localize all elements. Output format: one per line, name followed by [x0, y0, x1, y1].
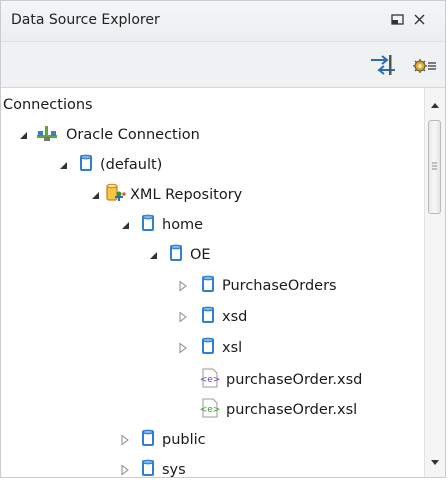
minimize-icon[interactable]	[387, 10, 409, 30]
tree-item-purchaseorder-xsl[interactable]: <e> purchaseOrder.xsl	[1, 395, 425, 425]
tree-item-oe[interactable]: OE	[1, 240, 425, 270]
database-icon	[141, 428, 155, 452]
scroll-up-arrow-icon[interactable]	[430, 97, 440, 113]
database-icon	[201, 336, 215, 360]
panel-title-bar: Data Source Explorer	[1, 1, 445, 42]
tree-item-purchaseorders[interactable]: PurchaseOrders	[1, 271, 425, 301]
tree-item-xsl[interactable]: xsl	[1, 333, 425, 363]
database-icon	[201, 305, 215, 329]
expanded-arrow-icon[interactable]	[119, 219, 131, 231]
tree-item-label: PurchaseOrders	[222, 278, 337, 294]
tree-item-public[interactable]: public	[1, 425, 425, 455]
tree-item-label: sys	[162, 462, 186, 477]
tree-item-label: home	[162, 217, 204, 233]
database-icon	[79, 153, 93, 177]
collapsed-arrow-icon[interactable]	[177, 342, 189, 354]
tree-item-oracle-connection[interactable]: Oracle Connection	[1, 120, 425, 150]
xsd-file-icon: <e>	[199, 367, 221, 393]
close-icon[interactable]	[409, 10, 431, 30]
tree-root-connections[interactable]: Connections	[3, 90, 425, 120]
expanded-arrow-icon[interactable]	[17, 129, 29, 141]
panel-title: Data Source Explorer	[11, 12, 160, 28]
database-icon	[141, 458, 155, 477]
panel-toolbar	[1, 42, 445, 88]
database-icon	[201, 274, 215, 298]
collapsed-arrow-icon[interactable]	[119, 434, 131, 446]
tree-item-default[interactable]: (default)	[1, 150, 425, 180]
tree-item-xsd[interactable]: xsd	[1, 302, 425, 332]
tree-item-label: xsd	[222, 309, 248, 325]
collapsed-arrow-icon[interactable]	[177, 280, 189, 292]
tree-item-label: xsl	[222, 340, 243, 356]
tree-item-sys[interactable]: sys	[1, 455, 425, 477]
scroll-down-arrow-icon[interactable]	[430, 455, 440, 471]
database-icon	[169, 243, 183, 267]
scrollbar-thumb[interactable]	[428, 120, 441, 214]
collapsed-arrow-icon[interactable]	[177, 311, 189, 323]
database-icon	[141, 213, 155, 237]
vertical-scrollbar[interactable]	[424, 88, 445, 477]
expanded-arrow-icon[interactable]	[89, 189, 101, 201]
tree-item-label: public	[162, 432, 206, 448]
svg-text:<e>: <e>	[200, 375, 221, 385]
tree-item-purchaseorder-xsd[interactable]: <e> purchaseOrder.xsd	[1, 365, 425, 395]
tree-item-home[interactable]: home	[1, 210, 425, 240]
tree-root-label: Connections	[3, 97, 93, 113]
expanded-arrow-icon[interactable]	[147, 249, 159, 261]
connect-icon[interactable]	[368, 52, 398, 78]
tree-item-label: purchaseOrder.xsl	[226, 402, 358, 418]
svg-text:<e>: <e>	[200, 405, 221, 415]
collapsed-arrow-icon[interactable]	[119, 464, 131, 476]
tree-item-label: (default)	[100, 157, 163, 173]
tree-item-label: Oracle Connection	[66, 127, 200, 143]
xsl-file-icon: <e>	[199, 397, 221, 423]
expanded-arrow-icon[interactable]	[57, 159, 69, 171]
data-source-explorer-panel: Data Source Explorer Connections Oracle …	[0, 0, 446, 478]
tree-item-label: purchaseOrder.xsd	[226, 372, 363, 388]
tree-item-xml-repository[interactable]: XML Repository	[1, 180, 425, 210]
tree-item-label: OE	[190, 247, 211, 263]
xml-repository-icon	[105, 182, 127, 208]
settings-icon[interactable]	[409, 52, 439, 78]
connection-icon	[35, 123, 59, 147]
connections-tree: Connections Oracle Connection (default) …	[1, 88, 425, 477]
tree-item-label: XML Repository	[130, 187, 243, 203]
